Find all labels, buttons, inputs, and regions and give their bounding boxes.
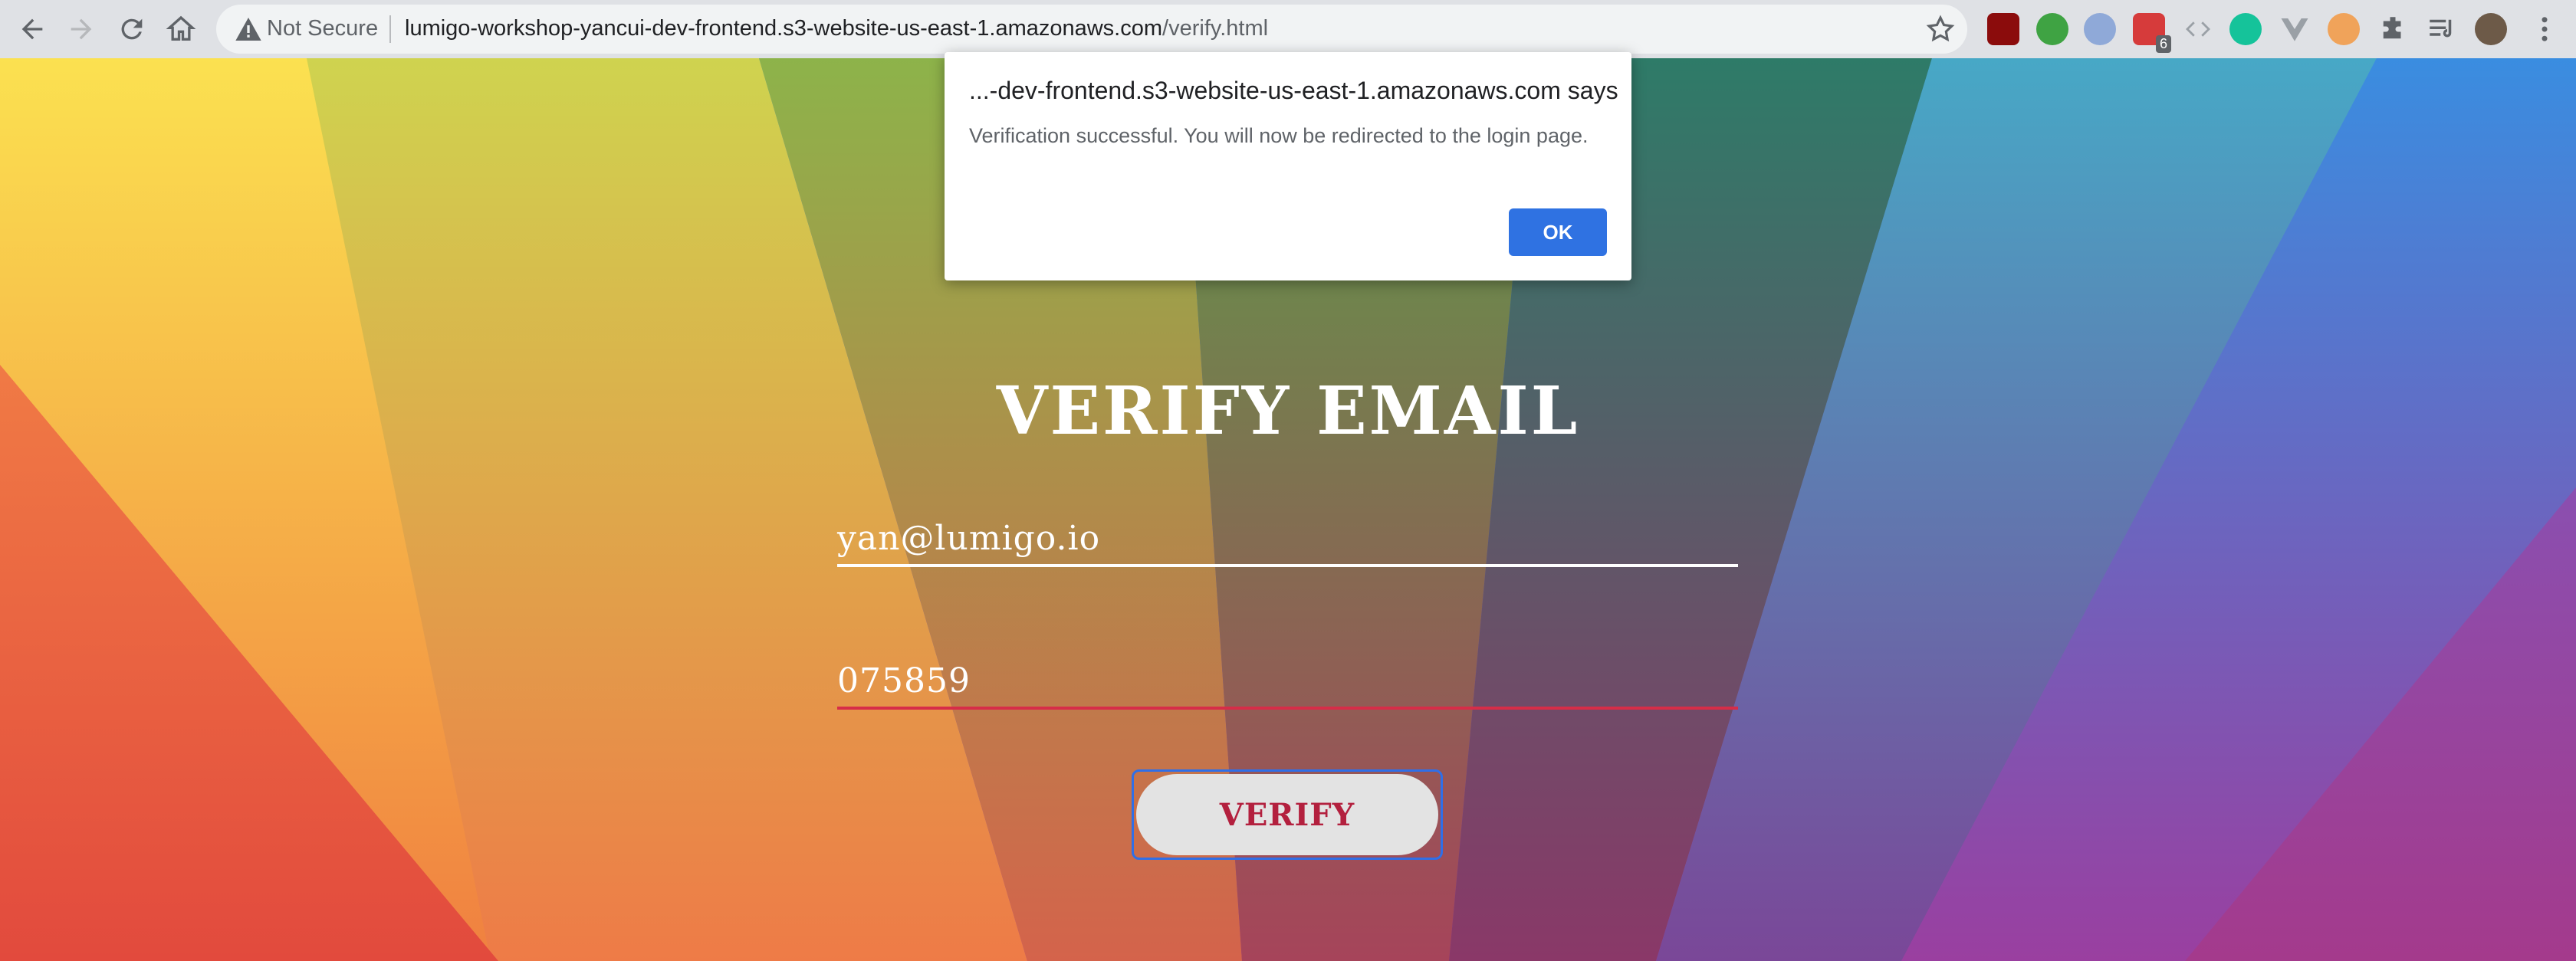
ublock-extension-icon[interactable] <box>1987 13 2019 45</box>
warning-icon[interactable] <box>233 14 264 44</box>
browser-toolbar: Not Secure lumigo-workshop-yancui-dev-fr… <box>0 0 2576 58</box>
bookmark-star-icon[interactable] <box>1924 13 1957 45</box>
address-separator <box>389 15 391 43</box>
url-text[interactable]: lumigo-workshop-yancui-dev-frontend.s3-w… <box>405 16 1268 41</box>
extension-badge: 6 <box>2155 35 2171 53</box>
profile-avatar[interactable] <box>2475 13 2507 45</box>
cloud-extension-icon[interactable] <box>2328 13 2360 45</box>
back-icon[interactable] <box>11 8 54 51</box>
verification-code-field[interactable]: 075859 <box>837 645 1738 710</box>
reading-list-icon[interactable] <box>2426 13 2458 45</box>
kebab-menu-icon[interactable] <box>2528 13 2561 45</box>
verify-button[interactable]: VERIFY <box>1132 769 1443 860</box>
evernote-extension-icon[interactable] <box>2036 13 2068 45</box>
address-bar[interactable]: Not Secure lumigo-workshop-yancui-dev-fr… <box>216 5 1967 54</box>
home-icon[interactable] <box>159 8 202 51</box>
vue-extension-icon[interactable] <box>2279 13 2311 45</box>
puzzle-extensions-icon[interactable] <box>2377 13 2409 45</box>
email-field[interactable]: yan@lumigo.io <box>837 503 1738 567</box>
verify-button-label[interactable]: VERIFY <box>1136 774 1438 855</box>
url-path: /verify.html <box>1162 16 1269 41</box>
alert-dialog: ...-dev-frontend.s3-website-us-east-1.am… <box>945 52 1631 280</box>
page-title: VERIFY EMAIL <box>996 372 1580 450</box>
extension-icon-blue[interactable] <box>2084 13 2116 45</box>
forward-icon[interactable] <box>60 8 103 51</box>
calendar-extension-icon[interactable]: 6 <box>2133 13 2171 53</box>
ok-button[interactable]: OK <box>1509 208 1607 256</box>
email-value[interactable]: yan@lumigo.io <box>837 519 1100 558</box>
code-brackets-icon[interactable] <box>2182 13 2214 45</box>
security-label[interactable]: Not Secure <box>267 16 378 41</box>
verification-code-value[interactable]: 075859 <box>837 661 971 700</box>
code-underline <box>837 707 1738 710</box>
dialog-origin-heading: ...-dev-frontend.s3-website-us-east-1.am… <box>969 77 1618 104</box>
dialog-message: Verification successful. You will now be… <box>969 124 1589 147</box>
url-host: lumigo-workshop-yancui-dev-frontend.s3-w… <box>405 16 1163 41</box>
email-underline <box>837 564 1738 567</box>
reload-icon[interactable] <box>110 8 153 51</box>
grammarly-extension-icon[interactable] <box>2229 13 2262 45</box>
